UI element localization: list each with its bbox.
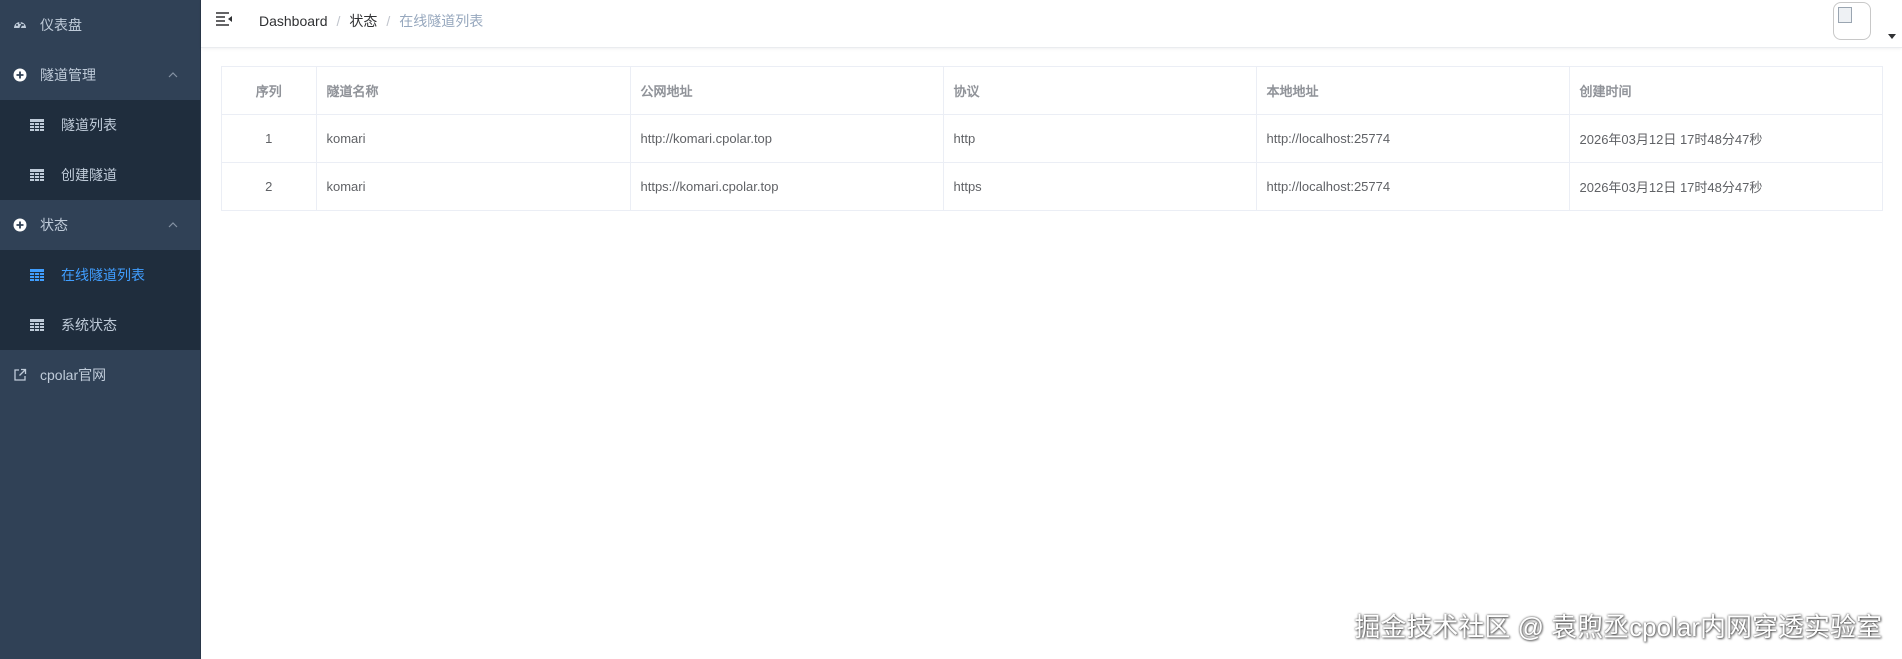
breadcrumb-current: 在线隧道列表 xyxy=(399,13,484,29)
chevron-up-icon[interactable] xyxy=(168,50,178,100)
table-icon xyxy=(29,300,45,350)
external-link-icon xyxy=(10,350,30,400)
broken-image-icon xyxy=(1838,7,1852,23)
cell-local-address: http://localhost:25774 xyxy=(1256,162,1570,210)
sidebar-item-label: cpolar官网 xyxy=(40,367,107,383)
breadcrumb-separator: / xyxy=(386,13,391,29)
cell-protocol: https xyxy=(943,162,1257,210)
sidebar-item-status[interactable]: 状态 xyxy=(0,200,200,250)
column-header-public-url: 公网地址 xyxy=(630,67,944,115)
sidebar-item-label: 创建隧道 xyxy=(61,167,117,183)
sidebar-item-dashboard[interactable]: 仪表盘 xyxy=(0,0,200,50)
sidebar-item-label: 仪表盘 xyxy=(40,17,82,33)
sidebar-item-label: 隧道管理 xyxy=(40,67,96,83)
cell-index: 2 xyxy=(222,162,317,210)
column-header-created-time: 创建时间 xyxy=(1569,67,1882,115)
breadcrumb-dashboard[interactable]: Dashboard xyxy=(259,13,328,29)
column-header-index: 序列 xyxy=(222,67,317,115)
breadcrumb-separator: / xyxy=(336,13,341,29)
column-header-tunnel-name: 隧道名称 xyxy=(316,67,631,115)
cell-public-url: http://komari.cpolar.top xyxy=(630,114,944,163)
submenu-tunnel-management: 隧道列表 创建隧道 xyxy=(0,100,200,200)
column-header-protocol: 协议 xyxy=(943,67,1257,115)
navbar: Dashboard / 状态 / 在线隧道列表 xyxy=(201,0,1902,48)
chevron-up-icon[interactable] xyxy=(168,200,178,250)
cell-index: 1 xyxy=(222,114,317,163)
cell-protocol: http xyxy=(943,114,1257,163)
sidebar-item-create-tunnel[interactable]: 创建隧道 xyxy=(0,150,200,200)
cell-created-time: 2026年03月12日 17时48分47秒 xyxy=(1579,180,1763,195)
cell-tunnel-name: komari xyxy=(316,114,631,163)
breadcrumb-status[interactable]: 状态 xyxy=(349,13,377,29)
cell-tunnel-name: komari xyxy=(316,162,631,210)
cell-created-time: 2026年03月12日 17时48分47秒 xyxy=(1569,114,1882,163)
hamburger-icon[interactable] xyxy=(215,11,235,31)
cell-public-url: https://komari.cpolar.top xyxy=(630,162,944,210)
sidebar-item-cpolar-website[interactable]: cpolar官网 xyxy=(0,350,200,400)
plus-circle-icon xyxy=(10,200,30,250)
plus-circle-icon xyxy=(10,50,30,100)
watermark: 掘金技术社区 @ 袁煦丞cpolar内网穿透实验室 xyxy=(1354,612,1882,642)
submenu-status: 在线隧道列表 系统状态 xyxy=(0,250,200,350)
sidebar-item-label: 隧道列表 xyxy=(61,117,117,133)
sidebar-item-online-tunnel-list[interactable]: 在线隧道列表 xyxy=(0,250,200,300)
table-icon xyxy=(29,250,45,300)
table-row: 1 komari http://komari.cpolar.top http h… xyxy=(222,114,1882,163)
table-row: 2 komari https://komari.cpolar.top https… xyxy=(222,162,1882,210)
caret-down-icon[interactable] xyxy=(1888,26,1896,44)
table-icon xyxy=(29,150,45,200)
breadcrumb: Dashboard / 状态 / 在线隧道列表 xyxy=(259,0,483,42)
sidebar-item-tunnel-list[interactable]: 隧道列表 xyxy=(0,100,200,150)
sidebar-item-label: 状态 xyxy=(40,217,68,233)
table-icon xyxy=(29,100,45,150)
sidebar-item-label: 系统状态 xyxy=(61,317,117,333)
cell-local-address: http://localhost:25774 xyxy=(1256,114,1570,163)
sidebar-item-label: 在线隧道列表 xyxy=(61,267,145,283)
sidebar-item-system-status[interactable]: 系统状态 xyxy=(0,300,200,350)
table-header-row: 序列 隧道名称 公网地址 协议 本地地址 创建时间 xyxy=(222,67,1882,115)
dashboard-icon xyxy=(10,0,30,50)
sidebar: 仪表盘 隧道管理 隧道列表 创建隧道 状态 在线隧道列表 系统状态 cpolar… xyxy=(0,0,201,659)
column-header-local-address: 本地地址 xyxy=(1256,67,1570,115)
online-tunnel-table: 序列 隧道名称 公网地址 协议 本地地址 创建时间 1 komari http:… xyxy=(221,66,1883,211)
sidebar-item-tunnel-management[interactable]: 隧道管理 xyxy=(0,50,200,100)
avatar[interactable] xyxy=(1833,2,1871,40)
